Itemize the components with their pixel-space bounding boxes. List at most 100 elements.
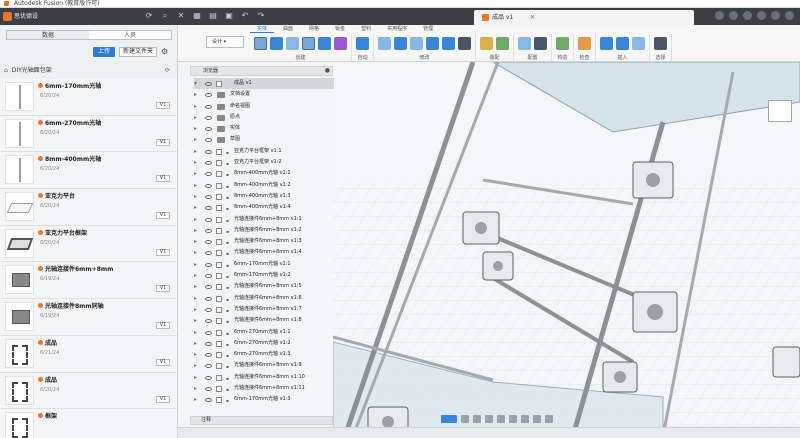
chevron-right-icon[interactable]: ▸ [194,372,197,383]
browser-component-row[interactable]: ▸ ⚭ 光轴连接件6mm+8mm v1:9 [194,360,334,371]
browser-folder-row[interactable]: ▸ 命名视图 [194,101,334,112]
chevron-down-icon[interactable]: ▾ [194,78,197,89]
visibility-eye-icon[interactable] [205,364,212,369]
chevron-right-icon[interactable]: ▸ [194,101,197,112]
group-label[interactable]: 修改 [374,55,475,61]
chevron-right-icon[interactable]: ▸ [194,89,197,100]
visibility-eye-icon[interactable] [205,104,212,109]
list-item[interactable]: 8mm-400mm光轴 6/20/24 V1 [0,152,177,190]
extrude-icon[interactable] [270,37,283,50]
browser-component-row[interactable]: ▸ ⚭ 6mm-170mm光轴 v1:1 [194,259,334,270]
version-badge[interactable]: V1 [156,102,170,109]
chevron-right-icon[interactable]: ▸ [194,157,197,168]
file-thumbnail[interactable] [5,155,34,185]
extensions-icon[interactable] [729,11,738,20]
group-label[interactable]: 配置 [514,55,551,61]
browser-component-row[interactable]: ▸ ⚭ 8mm-400mm光轴 v1:4 [194,202,334,213]
visibility-eye-icon[interactable] [205,240,212,245]
offset-plane-icon[interactable] [556,37,569,50]
list-item[interactable]: 亚克力平台框架 6/20/24 V1 [0,225,177,263]
visibility-eye-icon[interactable] [205,296,212,301]
visibility-eye-icon[interactable] [205,161,212,166]
select-icon[interactable] [654,37,667,50]
table-icon[interactable] [534,37,547,50]
file-thumbnail[interactable] [5,82,34,111]
browser-root[interactable]: ▾ 成品 v1 [194,78,334,90]
version-badge[interactable]: V1 [156,322,170,330]
visibility-eye-icon[interactable] [205,127,212,132]
ribbon-tab[interactable]: 网格 [302,25,326,33]
save-icon[interactable]: ▣ [224,11,234,21]
home-icon[interactable]: ⌂ [4,67,8,74]
chevron-right-icon[interactable]: ▸ [194,293,197,304]
combine-icon[interactable] [442,37,455,50]
browser-folder-row[interactable]: ▸ 草图 [194,134,334,145]
visual-style-icon[interactable] [521,415,529,423]
visibility-eye-icon[interactable] [205,149,212,154]
browser-component-row[interactable]: ▸ ⚭ 8mm-400mm光轴 v1:1 [194,168,334,179]
new-folder-button[interactable]: 新建文件夹 [119,47,157,57]
upload-button[interactable]: 上传 [93,47,115,57]
chamfer-icon[interactable] [410,37,423,50]
insert-derive-icon[interactable] [600,37,613,50]
browser-component-row[interactable]: ▸ ⚭ 光轴连接件6mm+8mm v1:3 [194,236,334,247]
workspace-selector[interactable]: 设计 ▾ [206,36,244,48]
browser-component-row[interactable]: ▸ ⚭ 亚克力平台框架 v1:2 [194,157,334,168]
browser-component-row[interactable]: ▸ ⚭ 光轴连接件6mm+8mm v1:11 [194,383,334,394]
tab-people[interactable]: 人员 [89,31,171,39]
visibility-eye-icon[interactable] [205,398,212,403]
list-item[interactable]: 光轴连接件8mm同轴 6/19/24 V1 [0,299,177,336]
visibility-eye-icon[interactable] [205,285,212,290]
chevron-right-icon[interactable]: ▸ [194,236,197,247]
browser-component-row[interactable]: ▸ ⚭ 8mm-400mm光轴 v1:2 [194,180,334,191]
look-at-icon[interactable] [473,415,481,423]
list-item[interactable]: 6mm-270mm光轴 6/20/24 V1 [0,115,177,153]
group-label[interactable]: 检查 [574,55,595,61]
browser-component-row[interactable]: ▸ ⚭ 6mm-270mm光轴 v1:3 [194,349,334,360]
grid-menu-icon[interactable]: ▦ [192,11,202,21]
version-badge[interactable]: V1 [156,248,170,256]
browser-component-row[interactable]: ▸ ⚭ 光轴连接件6mm+8mm v1:6 [194,293,334,304]
browser-component-row[interactable]: ▸ ⚭ 光轴连接件6mm+8mm v1:8 [194,315,334,326]
browser-component-row[interactable]: ▸ ⚭ 6mm-170mm光轴 v1:2 [194,270,334,281]
view-cube[interactable] [768,100,792,122]
file-thumbnail[interactable] [5,265,34,295]
chevron-right-icon[interactable]: ▸ [194,225,197,236]
visibility-eye-icon[interactable] [205,138,212,143]
ribbon-tab[interactable]: 塑料 [354,25,378,33]
refresh-icon[interactable]: ⟳ [144,11,154,21]
chevron-right-icon[interactable]: ▸ [194,338,197,349]
chevron-right-icon[interactable]: ▸ [194,168,197,179]
orbit-icon[interactable] [461,415,469,423]
chevron-right-icon[interactable]: ▸ [194,383,197,394]
pattern-icon[interactable] [318,37,331,50]
chevron-right-icon[interactable]: ▸ [194,191,197,202]
ribbon-tab[interactable]: 实体 [250,25,275,33]
visibility-eye-icon[interactable] [205,387,212,392]
browser-component-row[interactable]: ▸ ⚭ 光轴连接件6mm+8mm v1:10 [194,372,334,383]
team-name[interactable]: 思优德设 [14,12,38,21]
chevron-right-icon[interactable]: ▸ [194,304,197,315]
chevron-right-icon[interactable]: ▸ [194,281,197,292]
visibility-eye-icon[interactable] [205,172,212,177]
file-thumbnail[interactable] [5,228,34,258]
file-thumbnail[interactable] [5,412,34,438]
chevron-right-icon[interactable]: ▸ [194,214,197,225]
file-thumbnail[interactable] [5,118,34,148]
chevron-right-icon[interactable]: ▸ [194,247,197,258]
ribbon-tab[interactable]: 实用程序 [380,25,414,33]
version-badge[interactable]: V1 [156,395,170,403]
version-badge[interactable]: V1 [156,138,170,146]
visibility-eye-icon[interactable] [205,194,212,199]
visibility-eye-icon[interactable] [205,330,212,335]
notifications-icon[interactable] [757,11,766,20]
hole-icon[interactable] [302,37,315,50]
help-icon[interactable] [771,11,780,20]
group-label[interactable]: 创建 [250,55,351,61]
visibility-eye-icon[interactable] [205,82,212,86]
chevron-right-icon[interactable]: ▸ [194,349,197,360]
version-badge[interactable]: V1 [156,175,170,183]
decal-icon[interactable] [632,37,645,50]
file-thumbnail[interactable] [5,375,34,405]
visibility-eye-icon[interactable] [205,228,212,233]
